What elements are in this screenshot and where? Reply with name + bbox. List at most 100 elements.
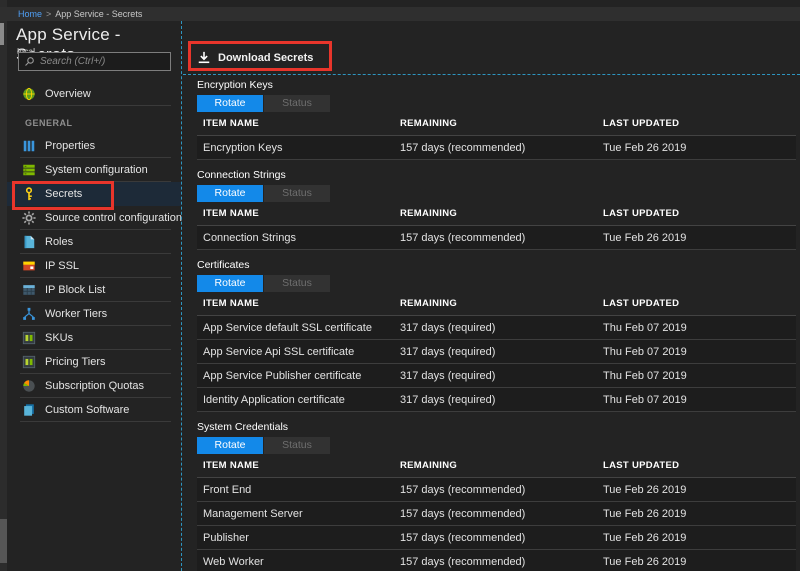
cell-last-updated: Thu Feb 07 2019 bbox=[603, 364, 687, 388]
scrollbar-thumb-bottom[interactable] bbox=[0, 519, 7, 563]
sidebar-item-secrets[interactable]: Secrets bbox=[7, 182, 181, 206]
section-system-credentials: System Credentials Rotate Status ITEM NA… bbox=[197, 421, 796, 571]
status-tab[interactable]: Status bbox=[264, 185, 330, 202]
column-header-last-updated: LAST UPDATED bbox=[603, 298, 679, 309]
secrets-table: ITEM NAME REMAINING LAST UPDATED Connect… bbox=[197, 205, 796, 250]
table-row[interactable]: Identity Application certificate 317 day… bbox=[197, 388, 796, 412]
sidebar-item-roles[interactable]: Roles bbox=[7, 230, 181, 254]
secrets-content-panel: Download Secrets Encryption Keys Rotate … bbox=[183, 21, 800, 571]
breadcrumb-current: App Service - Secrets bbox=[55, 9, 142, 19]
sidebar-item-skus[interactable]: SKUs bbox=[7, 326, 181, 350]
table-row[interactable]: Web Worker 157 days (recommended) Tue Fe… bbox=[197, 550, 796, 571]
sidebar-item-properties[interactable]: Properties bbox=[7, 134, 181, 158]
ip-block-list-icon bbox=[22, 283, 36, 297]
cell-remaining: 317 days (required) bbox=[400, 316, 495, 340]
gear-icon bbox=[22, 211, 36, 225]
section-tabs: Rotate Status bbox=[197, 437, 796, 454]
cell-last-updated: Tue Feb 26 2019 bbox=[603, 526, 686, 550]
table-row[interactable]: App Service Publisher certificate 317 da… bbox=[197, 364, 796, 388]
download-icon bbox=[197, 51, 211, 65]
sidebar-item-label: Subscription Quotas bbox=[45, 380, 144, 392]
blade-divider[interactable] bbox=[181, 21, 182, 571]
section-tabs: Rotate Status bbox=[197, 95, 796, 112]
table-row[interactable]: Encryption Keys 157 days (recommended) T… bbox=[197, 136, 796, 160]
sidebar-item-ip-ssl[interactable]: IP SSL bbox=[7, 254, 181, 278]
table-row[interactable]: App Service default SSL certificate 317 … bbox=[197, 316, 796, 340]
rotate-tab[interactable]: Rotate bbox=[197, 437, 263, 454]
sidebar-item-ip-block-list[interactable]: IP Block List bbox=[7, 278, 181, 302]
cell-item-name: Web Worker bbox=[203, 550, 264, 571]
sidebar-item-label: Overview bbox=[45, 88, 91, 100]
cell-remaining: 157 days (recommended) bbox=[400, 478, 525, 502]
search-placeholder: Search (Ctrl+/) bbox=[40, 56, 105, 67]
status-tab[interactable]: Status bbox=[264, 437, 330, 454]
pricing-tiers-icon bbox=[22, 355, 36, 369]
cell-remaining: 317 days (required) bbox=[400, 388, 495, 412]
cell-remaining: 157 days (recommended) bbox=[400, 550, 525, 571]
column-header-remaining: REMAINING bbox=[400, 460, 457, 471]
column-header-remaining: REMAINING bbox=[400, 118, 457, 129]
secrets-table: ITEM NAME REMAINING LAST UPDATED Front E… bbox=[197, 457, 796, 571]
table-row[interactable]: Connection Strings 157 days (recommended… bbox=[197, 226, 796, 250]
secrets-table: ITEM NAME REMAINING LAST UPDATED App Ser… bbox=[197, 295, 796, 412]
sidebar-item-system-configuration[interactable]: System configuration bbox=[7, 158, 181, 182]
secrets-table: ITEM NAME REMAINING LAST UPDATED Encrypt… bbox=[197, 115, 796, 160]
cell-last-updated: Thu Feb 07 2019 bbox=[603, 316, 687, 340]
sidebar-item-custom-software[interactable]: Custom Software bbox=[7, 398, 181, 422]
breadcrumb-separator: > bbox=[46, 9, 51, 19]
status-tab[interactable]: Status bbox=[264, 95, 330, 112]
cell-last-updated: Tue Feb 26 2019 bbox=[603, 478, 686, 502]
download-secrets-button[interactable]: Download Secrets bbox=[197, 47, 313, 69]
subscription-quotas-icon bbox=[22, 379, 36, 393]
scrollbar-thumb-top[interactable] bbox=[0, 23, 4, 45]
breadcrumb-home-link[interactable]: Home bbox=[18, 9, 42, 19]
search-icon bbox=[24, 56, 35, 67]
sidebar-item-source-control-configuration[interactable]: Source control configuration bbox=[7, 206, 181, 230]
key-icon bbox=[22, 187, 36, 201]
breadcrumb: Home > App Service - Secrets bbox=[0, 7, 800, 21]
cell-item-name: Management Server bbox=[203, 502, 303, 526]
blade-sidebar: App Service - Secrets local Search (Ctrl… bbox=[7, 21, 181, 571]
cell-item-name: Identity Application certificate bbox=[203, 388, 345, 412]
cell-last-updated: Tue Feb 26 2019 bbox=[603, 502, 686, 526]
column-header-item-name: ITEM NAME bbox=[203, 298, 259, 309]
cell-item-name: Front End bbox=[203, 478, 251, 502]
rotate-tab[interactable]: Rotate bbox=[197, 275, 263, 292]
column-header-item-name: ITEM NAME bbox=[203, 460, 259, 471]
previous-blade-edge bbox=[0, 0, 7, 571]
cell-last-updated: Thu Feb 07 2019 bbox=[603, 340, 687, 364]
sidebar-item-pricing-tiers[interactable]: Pricing Tiers bbox=[7, 350, 181, 374]
sidebar-item-label: Pricing Tiers bbox=[45, 356, 106, 368]
rotate-tab[interactable]: Rotate bbox=[197, 185, 263, 202]
sidebar-item-worker-tiers[interactable]: Worker Tiers bbox=[7, 302, 181, 326]
sidebar-item-label: System configuration bbox=[45, 164, 148, 176]
cell-remaining: 157 days (recommended) bbox=[400, 502, 525, 526]
table-header-row: ITEM NAME REMAINING LAST UPDATED bbox=[197, 205, 796, 226]
column-header-last-updated: LAST UPDATED bbox=[603, 208, 679, 219]
table-row[interactable]: App Service Api SSL certificate 317 days… bbox=[197, 340, 796, 364]
cell-item-name: App Service Publisher certificate bbox=[203, 364, 361, 388]
rotate-tab[interactable]: Rotate bbox=[197, 95, 263, 112]
custom-software-icon bbox=[22, 403, 36, 417]
table-row[interactable]: Management Server 157 days (recommended)… bbox=[197, 502, 796, 526]
section-tabs: Rotate Status bbox=[197, 185, 796, 202]
sidebar-item-label: Properties bbox=[45, 140, 95, 152]
section-title: Encryption Keys bbox=[197, 79, 796, 93]
table-header-row: ITEM NAME REMAINING LAST UPDATED bbox=[197, 295, 796, 316]
sidebar-item-label: Secrets bbox=[45, 188, 82, 200]
table-row[interactable]: Front End 157 days (recommended) Tue Feb… bbox=[197, 478, 796, 502]
sidebar-item-overview[interactable]: Overview bbox=[7, 82, 181, 106]
cell-last-updated: Tue Feb 26 2019 bbox=[603, 136, 686, 160]
status-tab[interactable]: Status bbox=[264, 275, 330, 292]
column-header-item-name: ITEM NAME bbox=[203, 118, 259, 129]
search-input[interactable]: Search (Ctrl+/) bbox=[18, 52, 171, 71]
sidebar-item-label: IP Block List bbox=[45, 284, 105, 296]
sidebar-item-label: SKUs bbox=[45, 332, 73, 344]
sidebar-item-label: Worker Tiers bbox=[45, 308, 107, 320]
sidebar-item-subscription-quotas[interactable]: Subscription Quotas bbox=[7, 374, 181, 398]
section-connection-strings: Connection Strings Rotate Status ITEM NA… bbox=[197, 169, 796, 250]
sidebar-item-label: Custom Software bbox=[45, 404, 129, 416]
column-header-last-updated: LAST UPDATED bbox=[603, 460, 679, 471]
section-certificates: Certificates Rotate Status ITEM NAME REM… bbox=[197, 259, 796, 412]
table-row[interactable]: Publisher 157 days (recommended) Tue Feb… bbox=[197, 526, 796, 550]
